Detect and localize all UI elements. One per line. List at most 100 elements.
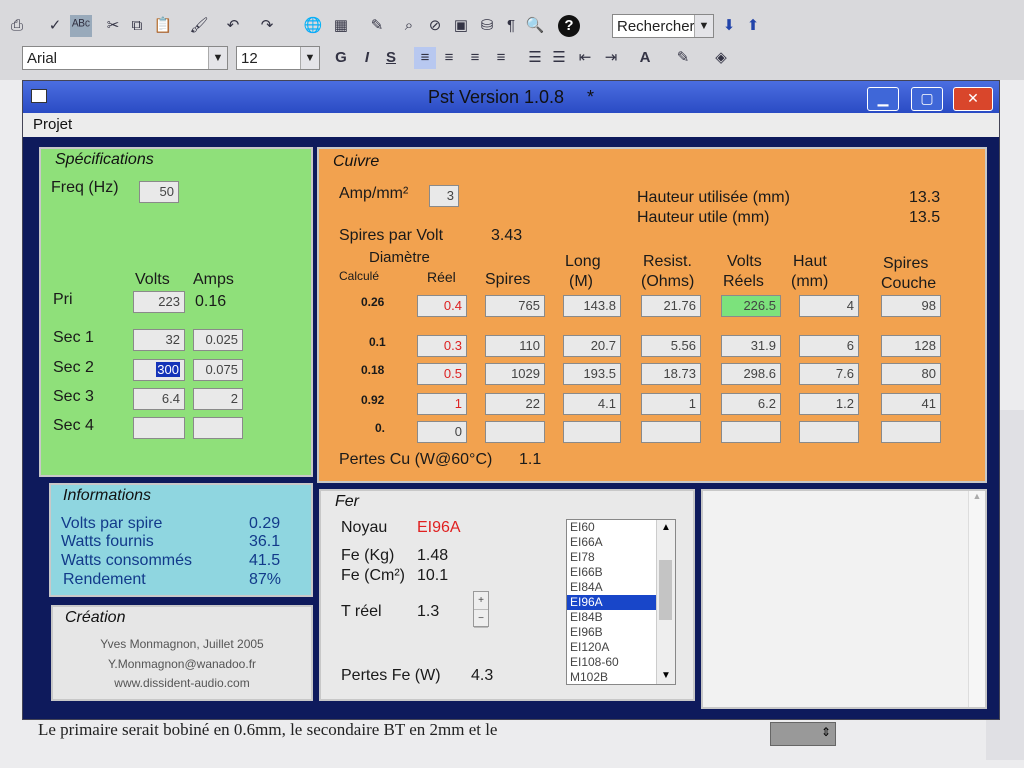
pri-volts-input[interactable]: 223 [133, 291, 185, 313]
list-item[interactable]: M102B [567, 670, 660, 684]
chevron-up-icon[interactable]: ▲ [657, 520, 675, 536]
search-combo[interactable]: Rechercher ▼ [612, 14, 714, 38]
status-combo[interactable]: ⇕ [770, 722, 836, 746]
diametre-reel-input[interactable]: 0.4 [417, 295, 467, 317]
autospell-icon[interactable]: ᴬᴮᶜ [70, 15, 92, 37]
chevron-down-icon[interactable]: ▼ [694, 15, 713, 37]
font-size-combo[interactable]: 12 ▼ [236, 46, 320, 70]
sec2-volts-input[interactable]: 300 [133, 359, 185, 381]
diametre-reel-input[interactable]: 0.5 [417, 363, 467, 385]
indent-icon[interactable]: ⇥ [600, 47, 622, 69]
cut-icon[interactable]: ✂ [102, 15, 124, 37]
list-item[interactable]: EI120A [567, 640, 660, 655]
sec4-amps-input[interactable] [193, 417, 243, 439]
highlight-icon[interactable]: ✎ [672, 47, 694, 69]
paste-icon[interactable]: 📋 [152, 15, 174, 37]
hauteur-utile-label: Hauteur utile (mm) [637, 209, 770, 226]
fe-kg-value: 1.48 [417, 547, 449, 564]
close-icon[interactable]: ✕ [953, 87, 993, 111]
scrollbar-thumb[interactable] [659, 560, 672, 620]
preview-icon[interactable]: ⎙ [6, 15, 28, 37]
diametre-reel-input[interactable]: 1 [417, 393, 467, 415]
list-item[interactable]: EI84A [567, 580, 660, 595]
window-title: Pst Version 1.0.8 * [23, 87, 999, 108]
notes-scrollbar[interactable]: ▲ [968, 491, 985, 707]
arrow-down-icon[interactable]: ⬇ [718, 15, 740, 37]
hauteur-utile-value: 13.5 [909, 209, 941, 226]
creation-panel: Création Yves Monmagnon, Juillet 2005 Y.… [51, 605, 313, 701]
font-name-combo[interactable]: Arial ▼ [22, 46, 228, 70]
chevron-up-icon[interactable]: ▲ [969, 491, 985, 501]
justify-icon[interactable]: ≡ [490, 47, 512, 69]
freq-input[interactable]: 50 [139, 181, 179, 203]
zoom-icon[interactable]: 🔍 [524, 15, 546, 37]
sec3-label: Sec 3 [53, 388, 94, 405]
listbox-scrollbar[interactable]: ▲ ▼ [656, 520, 675, 684]
help-icon[interactable]: ? [558, 15, 580, 37]
minus-icon[interactable]: − [474, 610, 488, 628]
binoculars-icon[interactable]: ⌕ [398, 15, 420, 37]
pilcrow-icon[interactable]: ¶ [500, 15, 522, 37]
globe-icon[interactable]: 🌐 [302, 15, 324, 37]
amp-mm2-input[interactable]: 3 [429, 185, 459, 207]
align-center-icon[interactable]: ≡ [438, 47, 460, 69]
spellcheck-icon[interactable]: ✓ [44, 15, 66, 37]
gallery-icon[interactable]: ▣ [450, 15, 472, 37]
underline-button[interactable]: S [380, 47, 402, 69]
title-bar[interactable]: Pst Version 1.0.8 * ▁ ▢ ✕ [23, 81, 999, 113]
maximize-icon[interactable]: ▢ [911, 87, 943, 111]
database-icon[interactable]: ⛁ [476, 15, 498, 37]
list-item-selected[interactable]: EI96A [567, 595, 660, 610]
notes-panel[interactable]: ▲ [701, 489, 987, 709]
redo-icon[interactable]: ↷ [256, 15, 278, 37]
sec3-volts-input[interactable]: 6.4 [133, 388, 185, 410]
diametre-reel-input[interactable]: 0 [417, 421, 467, 443]
font-color-icon[interactable]: A [634, 47, 656, 69]
copy-icon[interactable]: ⧉ [126, 15, 148, 37]
list-item[interactable]: EI96B [567, 625, 660, 640]
align-right-icon[interactable]: ≡ [464, 47, 486, 69]
list-item[interactable]: EI60 [567, 520, 660, 535]
spires-value: 765 [485, 295, 545, 317]
minimize-icon[interactable]: ▁ [867, 87, 899, 111]
sec1-amps-input[interactable]: 0.025 [193, 329, 243, 351]
core-listbox[interactable]: EI60 EI66A EI78 EI66B EI84A EI96A EI84B … [566, 519, 676, 685]
chevron-down-icon[interactable]: ▼ [208, 47, 227, 69]
list-item[interactable]: EI108-60 [567, 655, 660, 670]
resist-value: 21.76 [641, 295, 701, 317]
draw-icon[interactable]: ✎ [366, 15, 388, 37]
list-item[interactable]: EI78 [567, 550, 660, 565]
diametre-reel-input[interactable]: 0.3 [417, 335, 467, 357]
undo-icon[interactable]: ↶ [222, 15, 244, 37]
list-item[interactable]: EI66A [567, 535, 660, 550]
sec4-volts-input[interactable] [133, 417, 185, 439]
list-item[interactable]: EI84B [567, 610, 660, 625]
format-paint-icon[interactable]: 🖌 [188, 15, 210, 37]
plus-icon[interactable]: + [474, 592, 488, 610]
chevron-down-icon[interactable]: ▼ [300, 47, 319, 69]
resist-value: 18.73 [641, 363, 701, 385]
menu-projet[interactable]: Projet [33, 116, 72, 133]
hauteur-utilisee-label: Hauteur utilisée (mm) [637, 189, 790, 206]
bullets-icon[interactable]: ☰ [548, 47, 570, 69]
background-color-icon[interactable]: ◈ [710, 47, 732, 69]
t-reel-spinner[interactable]: + − [473, 591, 489, 628]
navigator-icon[interactable]: ⊘ [424, 15, 446, 37]
align-left-icon[interactable]: ≡ [414, 47, 436, 69]
arrow-up-icon[interactable]: ⬆ [742, 15, 764, 37]
sec3-amps-input[interactable]: 2 [193, 388, 243, 410]
panel-title: Informations [63, 487, 152, 504]
chevron-down-icon[interactable]: ▼ [657, 668, 675, 684]
outdent-icon[interactable]: ⇤ [574, 47, 596, 69]
host-toolbar-row-1: ⎙ ✓ ᴬᴮᶜ ✂ ⧉ 📋 🖌 ↶ ↷ 🌐 ▦ ✎ ⌕ ⊘ ▣ ⛁ ¶ 🔍 ? … [0, 8, 1024, 44]
spires-couche-sub-header: Couche [881, 275, 937, 292]
bold-button[interactable]: G [330, 47, 352, 69]
diametre-header: Diamètre [369, 249, 430, 266]
numbering-icon[interactable]: ☰ [524, 47, 546, 69]
sec2-amps-input[interactable]: 0.075 [193, 359, 243, 381]
chevron-down-icon[interactable]: ⇕ [821, 725, 831, 739]
sec1-volts-input[interactable]: 32 [133, 329, 185, 351]
table-icon[interactable]: ▦ [330, 15, 352, 37]
italic-button[interactable]: I [356, 47, 378, 69]
list-item[interactable]: EI66B [567, 565, 660, 580]
